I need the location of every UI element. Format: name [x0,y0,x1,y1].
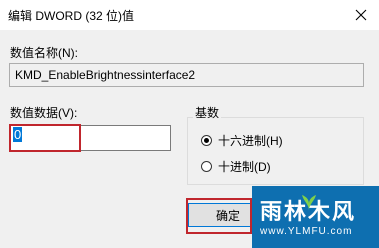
radio-dec[interactable]: 十进制(D) [201,158,271,175]
radio-dec-label: 十进制(D) [218,160,271,174]
value-name-text: KMD_EnableBrightnessinterface2 [15,68,196,82]
radio-icon [201,161,212,172]
leaf-icon [302,195,316,211]
value-name-field: KMD_EnableBrightnessinterface2 [9,63,364,87]
ok-label: 确定 [215,208,240,223]
title-bar: 编辑 DWORD (32 位)值 [0,0,379,30]
value-data-label: 数值数据(V): [10,106,78,120]
watermark-url: www.YLMFU.com [260,226,353,237]
close-button[interactable] [343,0,379,30]
watermark-logo: 雨林木风 www.YLMFU.com [252,186,379,248]
radio-icon [201,135,212,146]
radio-hex[interactable]: 十六进制(H) [201,132,283,149]
value-data-input[interactable]: 0 [9,125,171,151]
close-icon [355,9,367,21]
radio-hex-label: 十六进制(H) [218,134,283,148]
value-data-text: 0 [13,127,23,142]
dialog-title: 编辑 DWORD (32 位)值 [8,9,135,23]
value-name-label: 数值名称(N): [10,46,78,60]
base-label: 基数 [193,104,222,121]
